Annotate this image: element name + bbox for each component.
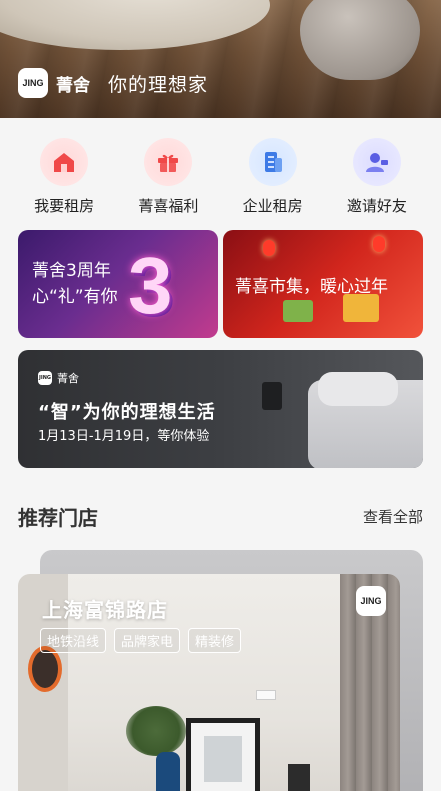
banner-row: 菁舍3周年 心“礼”有你 3 菁喜市集，暖心过年 [18,230,423,338]
hero-logo-row: JING 菁舍 你的理想家 [18,68,208,98]
promo-logo: JING 菁舍 [38,370,79,386]
store-tag: 精装修 [188,628,242,653]
user-invite-icon [352,138,401,186]
quick-action-label: 我要租房 [34,197,95,215]
jing-logo-icon: JING [356,586,386,616]
store-books [288,764,310,791]
store-plant [126,706,186,756]
store-vase [156,752,180,791]
gift-box-icon [283,300,313,322]
view-all-link[interactable]: 查看全部 [363,506,423,527]
jing-logo-icon: JING [38,371,52,385]
pillow [318,372,398,406]
promo-subtitle: 1月13日-1月19日，等你体验 [38,429,210,444]
smart-living-banner[interactable]: JING 菁舍 “智”为你的理想生活 1月13日-1月19日，等你体验 [18,350,423,468]
building-icon [248,138,297,186]
hero-banner: JING 菁舍 你的理想家 [0,0,441,118]
new-year-market-banner[interactable]: 菁喜市集，暖心过年 [223,230,423,338]
anniversary-line2: 心“礼”有你 [32,287,118,307]
promo-brand: 菁舍 [57,372,79,385]
quick-action-invite[interactable]: 邀请好友 [329,138,425,216]
store-switch [256,690,276,700]
house-icon [40,138,89,186]
anniversary-banner[interactable]: 菁舍3周年 心“礼”有你 3 [18,230,218,338]
lamp [262,382,282,410]
quick-actions: 我要租房 菁喜福利 企业租房 邀请好友 [0,138,441,216]
lantern-icon [263,240,275,256]
hero-chair [300,0,420,80]
hero-slogan: 你的理想家 [108,73,209,96]
recommended-stores-header: 推荐门店 查看全部 [18,502,423,531]
gift-box-icon [343,294,379,322]
anniversary-line1: 菁舍3周年 [32,261,111,281]
store-tag: 品牌家电 [114,628,181,653]
promo-title: “智”为你的理想生活 [38,402,216,423]
lantern-icon [373,236,385,252]
quick-action-label: 菁喜福利 [138,197,199,215]
anniversary-number: 3 [128,241,173,330]
quick-action-enterprise[interactable]: 企业租房 [225,138,321,216]
store-picture [204,736,242,782]
quick-action-label: 企业租房 [242,197,303,215]
main-panel: 我要租房 菁喜福利 企业租房 邀请好友 菁舍3周年 心“礼”有你 3 菁喜市集，… [0,118,441,791]
section-title: 推荐门店 [18,506,98,530]
quick-action-welfare[interactable]: 菁喜福利 [120,138,216,216]
anniversary-text: 菁舍3周年 心“礼”有你 [32,258,118,310]
store-tags: 地铁沿线 品牌家电 精装修 [40,628,242,653]
store-name: 上海富锦路店 [42,598,168,622]
quick-action-rent[interactable]: 我要租房 [16,138,112,216]
hero-brand: 菁舍 [56,75,90,96]
quick-action-label: 邀请好友 [346,197,407,215]
jing-logo-icon: JING [18,68,48,98]
market-text: 菁喜市集，暖心过年 [235,277,388,297]
store-card[interactable]: 上海富锦路店 JING 地铁沿线 品牌家电 精装修 [18,574,400,791]
gift-icon [144,138,193,186]
store-tag: 地铁沿线 [40,628,107,653]
